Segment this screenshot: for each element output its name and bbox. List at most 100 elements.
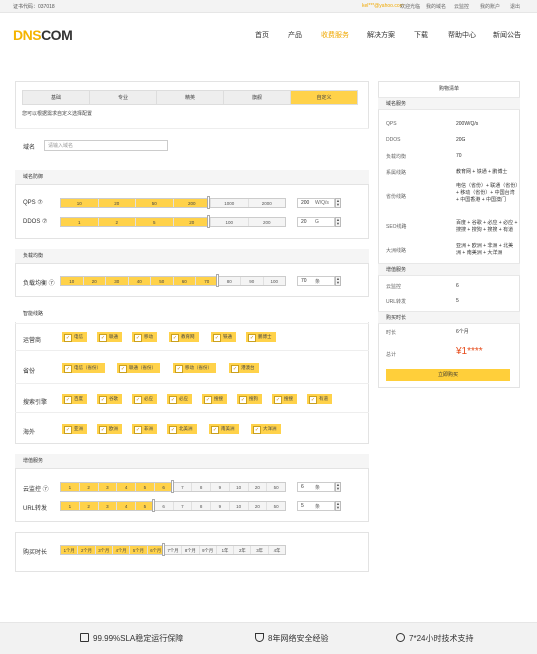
search-google-checkbox[interactable]: 谷歌 bbox=[97, 394, 122, 404]
url-tick[interactable]: 7 bbox=[173, 502, 193, 510]
qps-slider-handle[interactable] bbox=[207, 196, 210, 209]
period-option[interactable]: 9个月 bbox=[199, 546, 217, 554]
qps-tick[interactable]: 10 bbox=[61, 199, 99, 207]
balance-tick[interactable]: 50 bbox=[151, 277, 174, 285]
welcome-link[interactable]: 欢迎光临 bbox=[400, 3, 420, 10]
domain-input[interactable]: 请输入域名 bbox=[44, 140, 168, 151]
carrier-telecom-checkbox[interactable]: 电信 bbox=[62, 332, 87, 342]
search-soso2-checkbox[interactable]: 搜搜 bbox=[272, 394, 297, 404]
url-tick[interactable]: 2 bbox=[79, 502, 99, 510]
province-hkmotw-checkbox[interactable]: 港澳台 bbox=[229, 363, 259, 373]
qps-tick[interactable]: 200 bbox=[173, 199, 211, 207]
url-tick[interactable]: 10 bbox=[229, 502, 249, 510]
province-telecom-checkbox[interactable]: 电信（省份） bbox=[62, 363, 105, 373]
carrier-edu-checkbox[interactable]: 教育网 bbox=[169, 332, 199, 342]
monitor-tick[interactable]: 1 bbox=[61, 483, 80, 491]
period-option[interactable]: 4年 bbox=[268, 546, 286, 554]
search-youdao-checkbox[interactable]: 有道 bbox=[307, 394, 332, 404]
qps-tick[interactable]: 1000 bbox=[211, 199, 249, 207]
nav-home[interactable]: 首页 bbox=[255, 30, 269, 40]
buy-now-button[interactable]: 立即购买 bbox=[386, 369, 510, 381]
ddos-tick[interactable]: 1 bbox=[61, 218, 99, 226]
balance-slider[interactable]: 10 20 30 40 50 60 70 80 90 100 bbox=[60, 276, 286, 286]
ddos-slider[interactable]: 1 2 5 20 100 200 bbox=[60, 217, 286, 227]
overseas-oceania-checkbox[interactable]: 大洋洲 bbox=[251, 424, 281, 434]
qps-stepper[interactable]: ▲ ▼ bbox=[335, 198, 341, 208]
balance-tick[interactable]: 60 bbox=[173, 277, 196, 285]
qps-tick[interactable]: 20 bbox=[98, 199, 136, 207]
period-option[interactable]: 7个月 bbox=[164, 546, 183, 554]
tab-basic[interactable]: 基础 bbox=[23, 91, 90, 104]
cloud-monitor-link[interactable]: 云监控 bbox=[454, 3, 469, 10]
province-mobile-checkbox[interactable]: 移动（省份） bbox=[173, 363, 216, 373]
url-slider-handle[interactable] bbox=[152, 499, 155, 512]
ddos-stepper[interactable]: ▲ ▼ bbox=[335, 217, 341, 227]
qps-slider[interactable]: 10 20 50 200 1000 2000 bbox=[60, 198, 286, 208]
period-option[interactable]: 2个月 bbox=[78, 546, 96, 554]
period-slider-handle[interactable] bbox=[162, 543, 165, 556]
monitor-slider-handle[interactable] bbox=[171, 480, 174, 493]
period-option[interactable]: 5个月 bbox=[130, 546, 148, 554]
balance-slider-handle[interactable] bbox=[216, 274, 219, 287]
tab-flagship[interactable]: 旗舰 bbox=[224, 91, 291, 104]
period-option[interactable]: 3个月 bbox=[95, 546, 113, 554]
carrier-mobile-checkbox[interactable]: 移动 bbox=[132, 332, 157, 342]
search-bing-checkbox[interactable]: 必应 bbox=[132, 394, 157, 404]
monitor-stepper[interactable]: ▲ ▼ bbox=[335, 482, 341, 492]
my-domain-link[interactable]: 我的域名 bbox=[426, 3, 446, 10]
monitor-tick[interactable]: 5 bbox=[136, 483, 155, 491]
province-unicom-checkbox[interactable]: 联通（省份） bbox=[117, 363, 160, 373]
ddos-tick[interactable]: 100 bbox=[211, 218, 249, 226]
period-slider[interactable]: 1个月 2个月 3个月 4个月 5个月 6个月 7个月 8个月 9个月 1年 2… bbox=[60, 545, 286, 555]
url-tick[interactable]: 4 bbox=[117, 502, 136, 510]
ddos-tick[interactable]: 20 bbox=[173, 218, 211, 226]
url-tick[interactable]: 6 bbox=[154, 502, 174, 510]
period-option[interactable]: 2年 bbox=[234, 546, 252, 554]
ddos-tick[interactable]: 5 bbox=[136, 218, 174, 226]
monitor-tick[interactable]: 3 bbox=[98, 483, 118, 491]
overseas-samerica-checkbox[interactable]: 南美洲 bbox=[209, 424, 239, 434]
logout-link[interactable]: 退出 bbox=[510, 3, 520, 10]
search-sogou-checkbox[interactable]: 搜狗 bbox=[237, 394, 262, 404]
overseas-europe-checkbox[interactable]: 欧洲 bbox=[97, 424, 122, 434]
period-option[interactable]: 4个月 bbox=[112, 546, 131, 554]
nav-paid-service[interactable]: 收费服务 bbox=[321, 30, 349, 40]
user-email[interactable]: kel***@yahoo.com bbox=[362, 3, 404, 9]
tab-custom[interactable]: 自定义 bbox=[291, 91, 357, 104]
search-bing2-checkbox[interactable]: 必应 bbox=[167, 394, 192, 404]
url-slider[interactable]: 1 2 3 4 5 6 7 8 9 10 20 50 bbox=[60, 501, 286, 511]
monitor-tick[interactable]: 10 bbox=[229, 483, 249, 491]
tab-elite[interactable]: 精英 bbox=[157, 91, 224, 104]
tab-pro[interactable]: 专业 bbox=[90, 91, 157, 104]
overseas-africa-checkbox[interactable]: 非洲 bbox=[132, 424, 157, 434]
monitor-tick[interactable]: 20 bbox=[248, 483, 268, 491]
ddos-tick[interactable]: 2 bbox=[98, 218, 136, 226]
my-account-link[interactable]: 我的账户 bbox=[480, 3, 500, 10]
balance-tick[interactable]: 30 bbox=[106, 277, 129, 285]
nav-product[interactable]: 产品 bbox=[288, 30, 302, 40]
search-baidu-checkbox[interactable]: 百度 bbox=[62, 394, 87, 404]
carrier-pbs-checkbox[interactable]: 鹏博士 bbox=[246, 332, 276, 342]
nav-solutions[interactable]: 解决方案 bbox=[367, 30, 395, 40]
url-tick[interactable]: 20 bbox=[248, 502, 268, 510]
balance-tick[interactable]: 80 bbox=[218, 277, 241, 285]
balance-tick[interactable]: 10 bbox=[61, 277, 84, 285]
url-tick[interactable]: 3 bbox=[98, 502, 118, 510]
period-option[interactable]: 3年 bbox=[251, 546, 269, 554]
monitor-tick[interactable]: 4 bbox=[117, 483, 136, 491]
ddos-tick[interactable]: 200 bbox=[248, 218, 285, 226]
logo[interactable]: DNSCOM bbox=[13, 27, 73, 43]
url-tick[interactable]: 8 bbox=[192, 502, 211, 510]
overseas-namerica-checkbox[interactable]: 北美洲 bbox=[167, 424, 197, 434]
ddos-slider-handle[interactable] bbox=[207, 215, 210, 228]
monitor-tick[interactable]: 7 bbox=[173, 483, 193, 491]
monitor-tick[interactable]: 50 bbox=[267, 483, 285, 491]
url-tick[interactable]: 9 bbox=[211, 502, 230, 510]
balance-tick[interactable]: 100 bbox=[263, 277, 285, 285]
carrier-unicom-checkbox[interactable]: 联通 bbox=[97, 332, 122, 342]
url-tick[interactable]: 50 bbox=[267, 502, 285, 510]
url-stepper[interactable]: ▲ ▼ bbox=[335, 501, 341, 511]
nav-news[interactable]: 新闻公告 bbox=[493, 30, 521, 40]
period-option[interactable]: 1个月 bbox=[61, 546, 79, 554]
qps-tick[interactable]: 2000 bbox=[248, 199, 285, 207]
